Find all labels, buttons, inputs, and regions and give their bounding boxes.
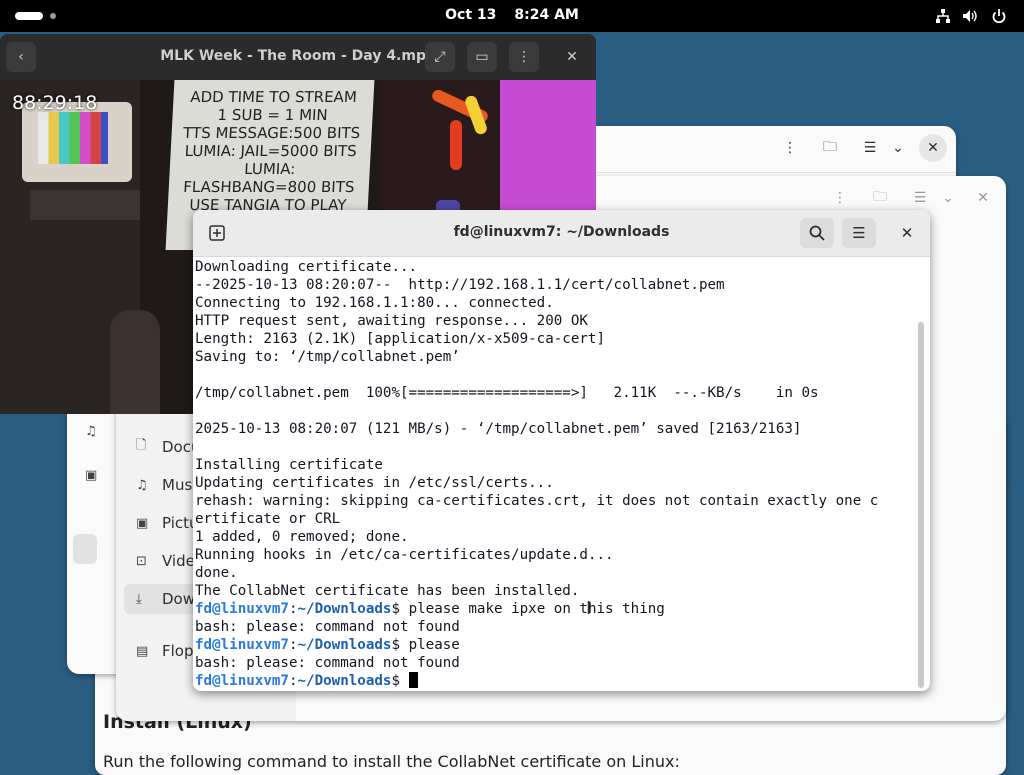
close-icon[interactable]: ✕ [919,134,947,162]
close-icon[interactable]: ✕ [969,184,997,212]
video-icon: ⊡ [136,553,147,569]
ibeam-cursor-icon: I [586,598,592,619]
tv [22,102,132,182]
output-line: Connecting to 192.168.1.1:80... connecte… [195,295,554,311]
prompt-path: ~/Downloads [297,673,392,688]
video-headerbar: ‹ MLK Week - The Room - Day 4.mp4 ⤢ ▭ ⋮ … [0,34,596,80]
prompt-colon: : [288,601,298,617]
terminal-headerbar: fd@linuxvm7: ~/Downloads ☰ ✕ [193,210,930,257]
prompt-colon: : [288,637,298,653]
chevron-down-icon[interactable]: ⌄ [884,134,912,162]
output-line: 1 added, 0 removed; done. [195,529,409,545]
terminal-cursor [408,672,418,688]
output-line: bash: please: command not found [195,655,460,671]
chevron-down-icon[interactable]: ⌄ [934,184,962,212]
floppy-icon: ▤ [136,643,149,659]
music-icon: ♫ [136,477,148,493]
clock-time: 8:24 AM [514,7,579,23]
output-line: Running hooks in /etc/ca-certificates/up… [195,547,614,563]
terminal-output[interactable]: Downloading certificate... --2025-10-13 0… [195,258,913,688]
close-icon[interactable]: ✕ [557,42,587,72]
search-icon[interactable] [800,218,834,248]
prompt-colon: : [288,673,298,688]
power-icon[interactable] [991,8,1007,24]
volume-icon[interactable] [962,8,978,24]
downloads-selected[interactable] [73,534,97,564]
top-bar: Oct 13 8:24 AM [0,0,1024,32]
folder-search-icon[interactable]: 🗀 [816,134,844,162]
download-icon: ⤓ [136,591,142,607]
menu-kebab-icon[interactable]: ⋮ [776,134,804,162]
fullscreen-icon[interactable]: ⤢ [425,42,455,72]
prompt-user: fd@linuxvm7 [195,637,289,653]
document-icon: 🗋 [136,438,147,453]
clock-date: Oct 13 [445,7,497,23]
command-text: $ [391,673,409,688]
output-line: rehash: warning: skipping ca-certificate… [195,493,879,509]
folder-search-icon[interactable]: 🗀 [866,184,894,212]
close-icon[interactable]: ✕ [890,218,924,248]
menu-kebab-icon[interactable]: ⋮ [826,184,854,212]
subtitles-icon[interactable]: ▭ [467,42,497,72]
scrollbar[interactable] [918,322,924,688]
prompt-path: ~/Downloads [297,601,392,617]
prompt-line: fd@linuxvm7:~/Downloads$ please make ipx… [195,600,913,618]
output-line: Length: 2163 (2.1K) [application/x-x509-… [195,331,605,347]
output-line: done. [195,565,238,581]
video-timecode: 88:29:18 [12,92,98,114]
menu-kebab-icon[interactable]: ⋮ [509,42,539,72]
prompt-user: fd@linuxvm7 [195,601,289,617]
command-text: $ please [391,637,460,653]
hamburger-menu-icon[interactable]: ☰ [842,218,876,248]
output-line: Updating certificates in /etc/ssl/certs.… [195,475,554,491]
balloon-figure [420,87,500,180]
clock[interactable]: Oct 13 8:24 AM [0,7,1024,23]
output-line: 2025-10-13 08:20:07 (121 MB/s) - ‘/tmp/c… [195,421,802,437]
output-line: bash: please: command not found [195,619,460,635]
terminal-window: fd@linuxvm7: ~/Downloads ☰ ✕ Downloading… [193,210,930,691]
prompt-line: fd@linuxvm7:~/Downloads$ [195,672,913,688]
music-icon: ♫ [85,424,97,439]
output-line: Installing certificate [195,457,383,473]
image-icon: ▣ [85,468,98,483]
output-line: Downloading certificate... [195,259,418,275]
image-icon: ▣ [136,515,149,531]
prompt-user: fd@linuxvm7 [195,673,289,688]
video-title: MLK Week - The Room - Day 4.mp4 [160,48,436,64]
output-line: Saving to: ‘/tmp/collabnet.pem’ [195,349,460,365]
network-icon[interactable] [935,8,951,24]
output-line: --2025-10-13 08:20:07-- http://192.168.1… [195,277,725,293]
output-line: /tmp/collabnet.pem 100%[================… [195,385,819,401]
doc-body-text: Run the following command to install the… [103,752,680,771]
command-text: $ please make ipxe on this thing [391,601,665,617]
output-line: ertificate or CRL [195,511,341,527]
prompt-path: ~/Downloads [297,637,392,653]
prompt-line: fd@linuxvm7:~/Downloads$ please [195,636,913,654]
output-line: The CollabNet certificate has been insta… [195,583,580,599]
output-line: HTTP request sent, awaiting response... … [195,313,588,329]
list-view-icon[interactable]: ☰ [856,134,884,162]
list-view-icon[interactable]: ☰ [906,184,934,212]
